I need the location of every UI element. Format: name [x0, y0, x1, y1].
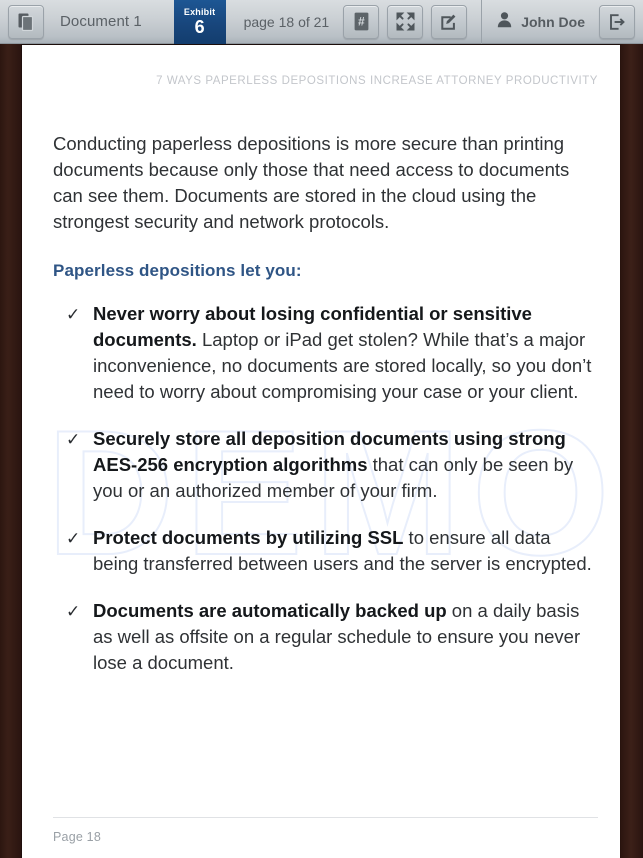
list-item-lead: Documents are automatically backed up — [93, 600, 447, 621]
pencil-square-icon — [440, 13, 458, 31]
page-body: Conducting paperless depositions is more… — [22, 87, 620, 676]
document-page[interactable]: DEMO 7 WAYS PAPERLESS DEPOSITIONS INCREA… — [22, 45, 620, 858]
exhibit-label: Exhibit — [183, 6, 216, 17]
intro-paragraph: Conducting paperless depositions is more… — [53, 133, 570, 232]
documents-button[interactable] — [8, 4, 44, 39]
check-icon: ✓ — [66, 529, 81, 548]
list-item: ✓ Securely store all deposition document… — [53, 426, 598, 504]
document-title: Document 1 — [60, 13, 142, 30]
page-content: 7 WAYS PAPERLESS DEPOSITIONS INCREASE AT… — [22, 45, 620, 676]
page-footer: Page 18 — [22, 817, 620, 858]
left-background-strip — [0, 44, 22, 858]
list-item: ✓ Never worry about losing confidential … — [53, 301, 598, 405]
hash-icon: # — [354, 12, 369, 31]
toolbar-action-group: # — [343, 4, 468, 39]
section-subheading: Paperless depositions let you: — [53, 261, 302, 280]
top-toolbar: Document 1 Exhibit 6 page 18 of 21 # Joh… — [0, 0, 643, 44]
fullscreen-button[interactable] — [387, 4, 424, 39]
check-icon: ✓ — [66, 602, 81, 621]
user-menu[interactable]: John Doe — [496, 11, 585, 33]
list-item: ✓ Documents are automatically backed up … — [53, 598, 598, 676]
svg-text:#: # — [358, 14, 365, 28]
list-item: ✓ Protect documents by utilizing SSL to … — [53, 525, 598, 577]
exhibit-number: 6 — [194, 16, 205, 37]
benefits-list: ✓ Never worry about losing confidential … — [53, 301, 598, 676]
exhibit-badge[interactable]: Exhibit 6 — [173, 0, 226, 44]
check-icon: ✓ — [66, 430, 81, 449]
expand-arrows-icon — [396, 12, 415, 31]
page-number-button[interactable]: # — [343, 4, 380, 39]
documents-icon — [18, 13, 34, 31]
user-name: John Doe — [521, 13, 585, 30]
document-viewer-app: Document 1 Exhibit 6 page 18 of 21 # Joh… — [0, 0, 643, 858]
page-indicator: page 18 of 21 — [243, 13, 330, 30]
right-background-strip — [619, 44, 643, 858]
running-header: 7 WAYS PAPERLESS DEPOSITIONS INCREASE AT… — [156, 75, 598, 87]
toolbar-divider — [481, 0, 483, 44]
logout-icon — [608, 13, 626, 31]
logout-button[interactable] — [599, 4, 635, 39]
annotate-button[interactable] — [431, 4, 468, 39]
list-item-lead: Protect documents by utilizing SSL — [93, 527, 404, 548]
person-icon — [496, 11, 513, 33]
footer-divider — [53, 817, 598, 818]
footer-page-number: Page 18 — [53, 830, 101, 844]
check-icon: ✓ — [66, 305, 81, 324]
